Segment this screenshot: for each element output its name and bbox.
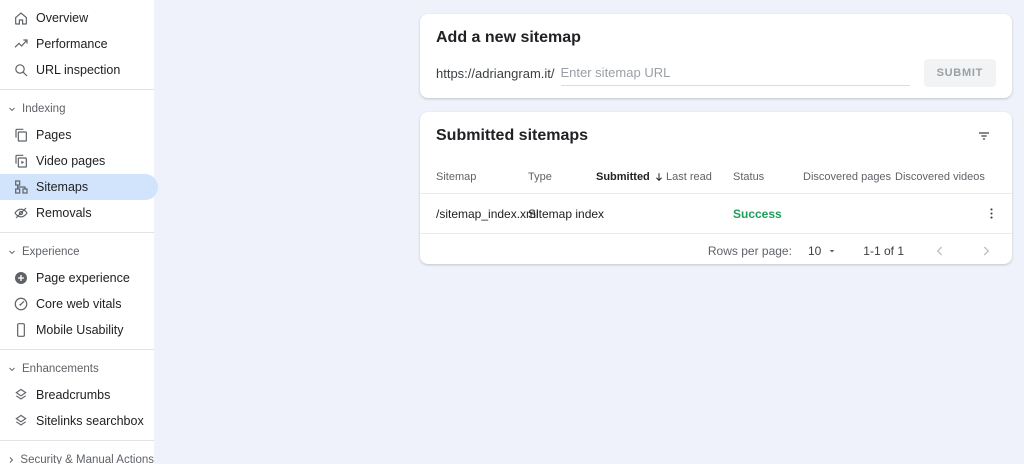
rows-per-page-label: Rows per page: xyxy=(707,243,792,258)
row-menu-kebab-icon[interactable] xyxy=(981,204,1001,224)
sidebar-section-security-manual-actions[interactable]: Security & Manual Actions xyxy=(0,447,154,464)
sitemaps-icon xyxy=(13,179,29,195)
sidebar-item-overview[interactable]: Overview xyxy=(0,5,154,31)
sidebar-item-label: Sitemaps xyxy=(36,180,89,194)
sidebar-item-label: Pages xyxy=(36,128,72,142)
sidebar-item-breadcrumbs[interactable]: Breadcrumbs xyxy=(0,382,154,408)
sidebar-item-mobile-usability[interactable]: Mobile Usability xyxy=(0,317,154,343)
layers-icon xyxy=(13,387,29,403)
sidebar-item-core-web-vitals[interactable]: Core web vitals xyxy=(0,291,154,317)
pages-icon xyxy=(13,127,29,143)
sidebar-divider xyxy=(0,89,154,90)
sidebar-item-removals[interactable]: Removals xyxy=(0,200,154,226)
cell-sitemap: /sitemap_index.xml xyxy=(436,206,539,221)
sidebar-item-performance[interactable]: Performance xyxy=(0,31,154,57)
section-header-label: Security & Manual Actions xyxy=(20,454,154,464)
sidebar-item-label: Overview xyxy=(36,11,89,25)
section-header-label: Experience xyxy=(22,246,80,258)
sidebar-item-label: Removals xyxy=(36,206,92,220)
smartphone-icon xyxy=(13,322,29,338)
submitted-sitemaps-card: Submitted sitemaps Sitemap Type Submitte… xyxy=(420,112,1012,264)
sidebar-item-label: URL inspection xyxy=(36,63,121,77)
cell-type: Sitemap index xyxy=(528,206,605,221)
sidebar-divider xyxy=(0,440,154,441)
rows-per-page-select[interactable]: 10 xyxy=(808,244,837,258)
pagination-range: 1-1 of 1 xyxy=(863,243,904,258)
sidebar-item-video-pages[interactable]: Video pages xyxy=(0,148,154,174)
sidebar-item-label: Breadcrumbs xyxy=(36,388,111,402)
sidebar-section-enhancements[interactable]: Enhancements xyxy=(0,356,154,382)
sidebar-item-label: Page experience xyxy=(36,271,130,285)
next-page-icon[interactable] xyxy=(976,241,996,261)
sidebar-divider xyxy=(0,232,154,233)
pagination-bar: Rows per page: 10 1-1 of 1 xyxy=(420,234,1012,267)
sidebar-item-url-inspection[interactable]: URL inspection xyxy=(0,57,154,83)
column-header-discovered-videos[interactable]: Discovered videos xyxy=(895,171,985,183)
sidebar: Overview Performance URL inspection Inde… xyxy=(0,0,158,464)
home-icon xyxy=(13,10,29,26)
section-header-label: Indexing xyxy=(22,103,66,115)
previous-page-icon[interactable] xyxy=(930,241,950,261)
chevron-down-icon xyxy=(6,363,18,375)
filter-icon[interactable] xyxy=(972,124,996,148)
sidebar-section-experience[interactable]: Experience xyxy=(0,239,154,265)
column-header-discovered-pages[interactable]: Discovered pages xyxy=(803,171,895,183)
sidebar-item-label: Performance xyxy=(36,37,108,51)
page-experience-icon xyxy=(13,270,29,286)
sidebar-item-label: Mobile Usability xyxy=(36,323,124,337)
sidebar-item-label: Core web vitals xyxy=(36,297,122,311)
sidebar-section-indexing[interactable]: Indexing xyxy=(0,96,154,122)
sitemap-url-input[interactable] xyxy=(560,60,910,86)
column-header-sitemap[interactable]: Sitemap xyxy=(436,171,528,183)
table-header-row: Sitemap Type Submitted Last read Status … xyxy=(420,160,1012,194)
sort-descending-icon xyxy=(653,171,665,183)
performance-icon xyxy=(13,36,29,52)
search-icon xyxy=(13,62,29,78)
sidebar-item-sitemaps[interactable]: Sitemaps xyxy=(0,174,158,200)
layers-icon xyxy=(13,413,29,429)
submit-button[interactable]: SUBMIT xyxy=(923,59,996,87)
rows-per-page-value: 10 xyxy=(807,243,822,258)
chevron-down-icon xyxy=(6,246,18,258)
eye-off-icon xyxy=(13,205,29,221)
sidebar-divider xyxy=(0,349,154,350)
status-badge: Success xyxy=(733,206,782,221)
site-url-prefix: https://adriangram.it/ xyxy=(436,65,555,81)
sidebar-item-page-experience[interactable]: Page experience xyxy=(0,265,154,291)
video-pages-icon xyxy=(13,153,29,169)
dropdown-caret-icon xyxy=(827,246,837,256)
sidebar-item-pages[interactable]: Pages xyxy=(0,122,154,148)
section-header-label: Enhancements xyxy=(22,363,99,375)
chevron-down-icon xyxy=(6,103,18,115)
sidebar-item-label: Video pages xyxy=(36,154,106,168)
table-row[interactable]: /sitemap_index.xml Sitemap index Success xyxy=(420,194,1012,234)
sidebar-item-sitelinks-searchbox[interactable]: Sitelinks searchbox xyxy=(0,408,154,434)
sitemap-input-row: https://adriangram.it/ SUBMIT xyxy=(436,59,996,87)
submitted-sitemaps-title: Submitted sitemaps xyxy=(436,127,589,144)
chevron-right-icon xyxy=(6,454,16,464)
column-header-submitted[interactable]: Submitted xyxy=(596,171,666,183)
sidebar-item-label: Sitelinks searchbox xyxy=(36,414,144,428)
column-header-type[interactable]: Type xyxy=(528,171,596,183)
column-header-status[interactable]: Status xyxy=(733,171,803,183)
column-header-last-read[interactable]: Last read xyxy=(666,171,733,183)
table-title-row: Submitted sitemaps xyxy=(420,126,1012,148)
add-sitemap-card: Add a new sitemap https://adriangram.it/… xyxy=(420,14,1012,98)
core-web-vitals-icon xyxy=(13,296,29,312)
add-sitemap-title: Add a new sitemap xyxy=(436,29,581,46)
